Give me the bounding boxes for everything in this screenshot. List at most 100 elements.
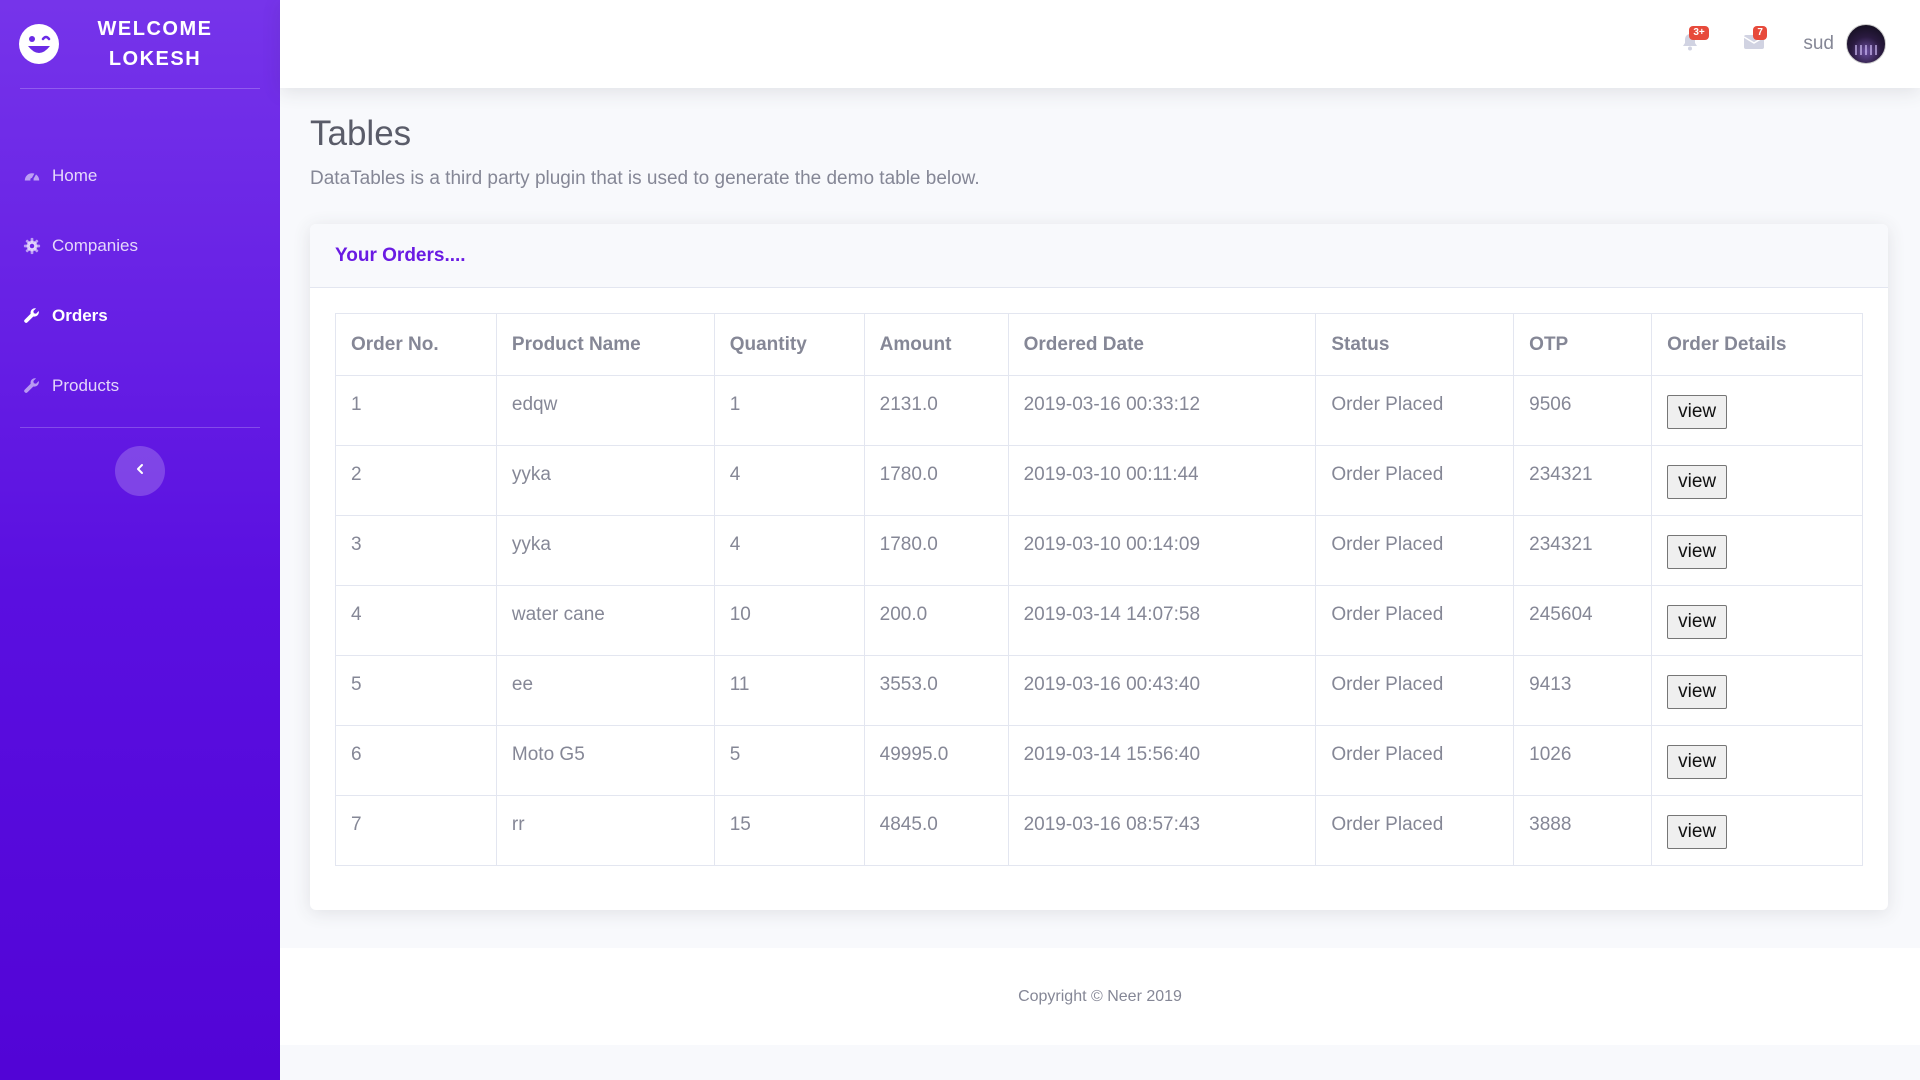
view-button[interactable]: view xyxy=(1667,465,1728,499)
table-row: 4 water cane 10 200.0 2019-03-14 14:07:5… xyxy=(335,585,1863,656)
card-header: Your Orders.... xyxy=(310,224,1888,288)
table-row: 6 Moto G5 5 49995.0 2019-03-14 15:56:40 … xyxy=(335,725,1863,796)
view-button[interactable]: view xyxy=(1667,675,1728,709)
cell-amount: 49995.0 xyxy=(863,725,1009,796)
cell-order-details: view xyxy=(1651,795,1863,866)
cell-status: Order Placed xyxy=(1315,585,1515,656)
column-header[interactable]: Quantity xyxy=(713,313,865,376)
user-name[interactable]: sud xyxy=(1803,33,1834,55)
cell-otp: 9413 xyxy=(1513,655,1653,726)
sidebar-item-products[interactable]: Products xyxy=(0,351,280,421)
cell-order-no: 4 xyxy=(335,585,497,656)
cell-status: Order Placed xyxy=(1315,725,1515,796)
cell-ordered-date: 2019-03-16 08:57:43 xyxy=(1007,795,1317,866)
view-button[interactable]: view xyxy=(1667,815,1728,849)
wrench-icon xyxy=(22,376,42,396)
cell-quantity: 10 xyxy=(713,585,865,656)
cell-quantity: 1 xyxy=(713,375,865,446)
messages-badge: 7 xyxy=(1753,26,1767,40)
card-title: Your Orders.... xyxy=(335,244,466,266)
cell-amount: 4845.0 xyxy=(863,795,1009,866)
table-row: 3 yyka 4 1780.0 2019-03-10 00:14:09 Orde… xyxy=(335,515,1863,586)
cell-order-details: view xyxy=(1651,375,1863,446)
cell-quantity: 4 xyxy=(713,515,865,586)
cell-otp: 9506 xyxy=(1513,375,1653,446)
cell-order-details: view xyxy=(1651,585,1863,656)
column-header[interactable]: Product Name xyxy=(495,313,715,376)
sidebar-divider xyxy=(20,88,260,89)
column-header[interactable]: Order Details xyxy=(1651,313,1863,376)
main-area: 3+ 7 sud Tables DataTables is a third pa… xyxy=(280,0,1920,1080)
cell-quantity: 15 xyxy=(713,795,865,866)
column-header[interactable]: Ordered Date xyxy=(1007,313,1317,376)
cell-amount: 1780.0 xyxy=(863,445,1009,516)
orders-card: Your Orders.... Order No. Product Name Q… xyxy=(310,224,1888,910)
messages-button[interactable]: 7 xyxy=(1739,26,1769,59)
sidebar-item-companies[interactable]: Companies xyxy=(0,211,280,281)
column-header[interactable]: OTP xyxy=(1513,313,1653,376)
cell-quantity: 4 xyxy=(713,445,865,516)
cell-product-name: yyka xyxy=(495,515,715,586)
sidebar-item-label: Orders xyxy=(52,306,108,325)
view-button[interactable]: view xyxy=(1667,395,1728,429)
cell-quantity: 5 xyxy=(713,725,865,796)
view-button[interactable]: view xyxy=(1667,745,1728,779)
cell-amount: 2131.0 xyxy=(863,375,1009,446)
chevron-left-icon xyxy=(134,462,146,480)
dashboard-icon xyxy=(22,166,42,186)
view-button[interactable]: view xyxy=(1667,535,1728,569)
cell-order-no: 3 xyxy=(335,515,497,586)
cell-ordered-date: 2019-03-14 15:56:40 xyxy=(1007,725,1317,796)
card-body: Order No. Product Name Quantity Amount O… xyxy=(310,288,1888,910)
cell-product-name: water cane xyxy=(495,585,715,656)
sidebar-item-label: Products xyxy=(52,376,120,395)
cell-order-no: 7 xyxy=(335,795,497,866)
cell-order-no: 1 xyxy=(335,375,497,446)
table-row: 2 yyka 4 1780.0 2019-03-10 00:11:44 Orde… xyxy=(335,445,1863,516)
avatar[interactable] xyxy=(1846,24,1886,64)
cell-order-details: view xyxy=(1651,725,1863,796)
sidebar: WELCOME LOKESH Home Companies Orders Pro… xyxy=(0,0,280,1080)
cell-order-details: view xyxy=(1651,655,1863,726)
wrench-icon xyxy=(22,306,42,326)
brand-title: WELCOME LOKESH xyxy=(97,18,213,70)
cell-status: Order Placed xyxy=(1315,375,1515,446)
sidebar-divider xyxy=(20,427,260,428)
sidebar-toggle-button[interactable] xyxy=(115,446,165,496)
cell-amount: 3553.0 xyxy=(863,655,1009,726)
table-row: 1 edqw 1 2131.0 2019-03-16 00:33:12 Orde… xyxy=(335,375,1863,446)
cell-otp: 3888 xyxy=(1513,795,1653,866)
cell-ordered-date: 2019-03-10 00:11:44 xyxy=(1007,445,1317,516)
cell-product-name: yyka xyxy=(495,445,715,516)
column-header[interactable]: Status xyxy=(1315,313,1515,376)
copyright-text: Copyright © Neer 2019 xyxy=(1018,987,1182,1005)
cell-status: Order Placed xyxy=(1315,655,1515,726)
sidebar-item-orders[interactable]: Orders xyxy=(0,281,280,351)
cog-icon xyxy=(22,236,42,256)
sidebar-item-label: Companies xyxy=(52,236,138,255)
cell-product-name: Moto G5 xyxy=(495,725,715,796)
view-button[interactable]: view xyxy=(1667,605,1728,639)
cell-otp: 234321 xyxy=(1513,515,1653,586)
sidebar-brand[interactable]: WELCOME LOKESH xyxy=(0,0,280,88)
page-content: Tables DataTables is a third party plugi… xyxy=(280,88,1920,910)
cell-amount: 200.0 xyxy=(863,585,1009,656)
cell-otp: 245604 xyxy=(1513,585,1653,656)
cell-product-name: rr xyxy=(495,795,715,866)
column-header[interactable]: Amount xyxy=(863,313,1009,376)
alerts-button[interactable]: 3+ xyxy=(1675,26,1709,59)
cell-ordered-date: 2019-03-16 00:33:12 xyxy=(1007,375,1317,446)
sidebar-item-label: Home xyxy=(52,166,98,185)
cell-status: Order Placed xyxy=(1315,795,1515,866)
table-row: 7 rr 15 4845.0 2019-03-16 08:57:43 Order… xyxy=(335,795,1863,866)
sidebar-item-home[interactable]: Home xyxy=(0,141,280,211)
table-row: 5 ee 11 3553.0 2019-03-16 00:43:40 Order… xyxy=(335,655,1863,726)
cell-order-no: 2 xyxy=(335,445,497,516)
cell-order-no: 6 xyxy=(335,725,497,796)
cell-status: Order Placed xyxy=(1315,515,1515,586)
column-header[interactable]: Order No. xyxy=(335,313,497,376)
cell-quantity: 11 xyxy=(713,655,865,726)
cell-ordered-date: 2019-03-10 00:14:09 xyxy=(1007,515,1317,586)
cell-order-details: view xyxy=(1651,445,1863,516)
cell-product-name: ee xyxy=(495,655,715,726)
